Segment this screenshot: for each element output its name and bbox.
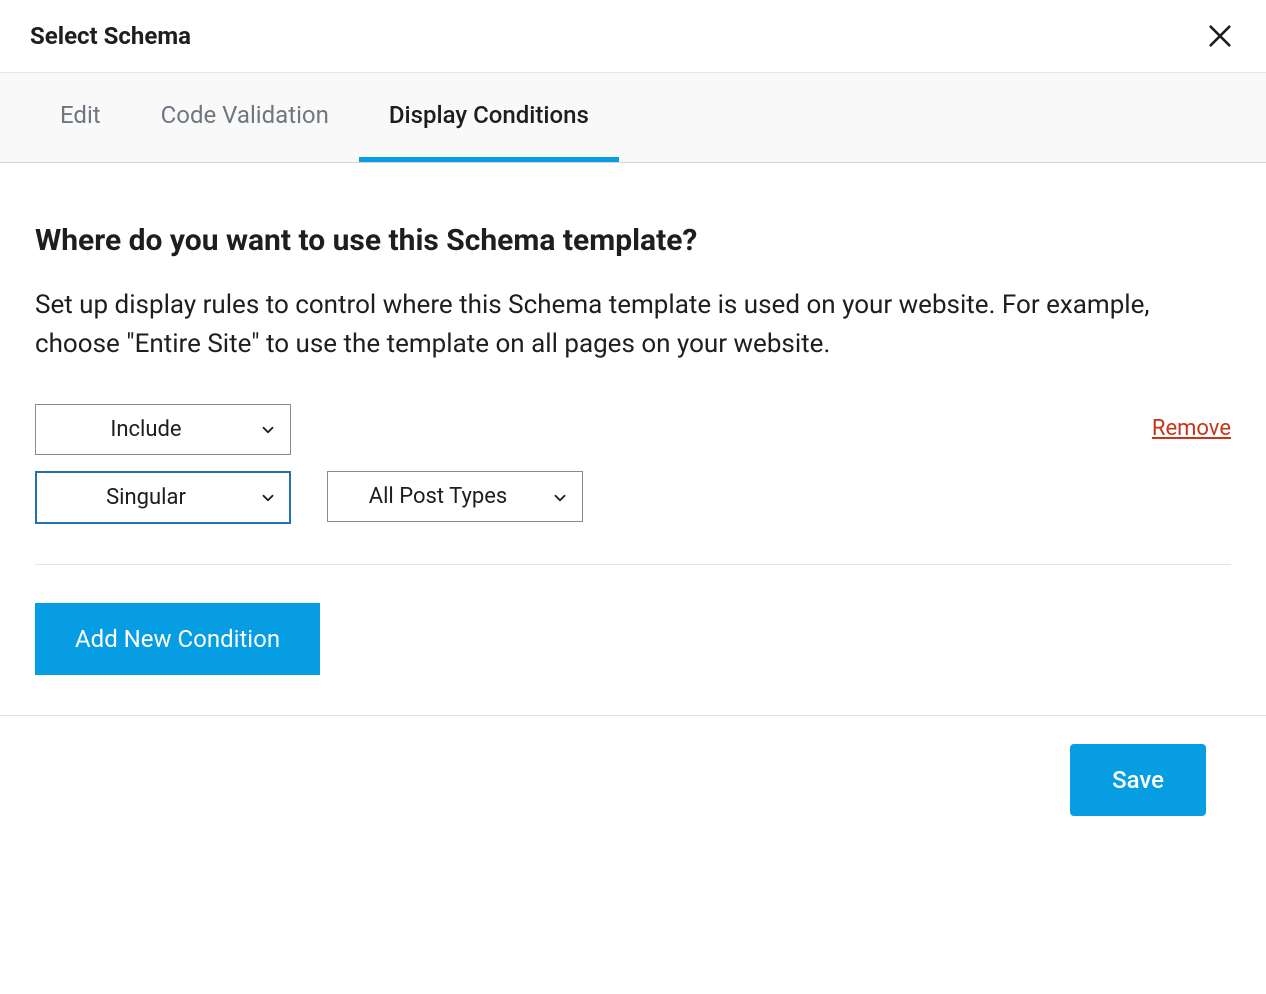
close-button[interactable] <box>1204 20 1236 52</box>
content-description: Set up display rules to control where th… <box>35 286 1231 364</box>
content-area: Where do you want to use this Schema tem… <box>0 163 1266 715</box>
posttype-select[interactable]: All Post Types <box>327 471 583 522</box>
condition-row: Include Singular All Post Types Remove <box>35 404 1231 565</box>
scope-select-wrap: Singular <box>35 471 291 524</box>
add-condition-button[interactable]: Add New Condition <box>35 603 320 675</box>
condition-selects: Include Singular All Post Types <box>35 404 583 524</box>
tab-edit[interactable]: Edit <box>30 73 131 162</box>
remove-link[interactable]: Remove <box>1152 416 1231 441</box>
mode-select[interactable]: Include <box>35 404 291 455</box>
save-button[interactable]: Save <box>1070 744 1206 816</box>
dialog-footer: Save <box>0 715 1266 852</box>
tabs: Edit Code Validation Display Conditions <box>30 73 1236 162</box>
posttype-select-wrap: All Post Types <box>327 471 583 524</box>
scope-select[interactable]: Singular <box>35 471 291 524</box>
tab-code-validation[interactable]: Code Validation <box>131 73 359 162</box>
close-icon <box>1206 22 1234 50</box>
content-heading: Where do you want to use this Schema tem… <box>35 223 1231 258</box>
condition-line-2: Singular All Post Types <box>35 471 583 524</box>
dialog-header: Select Schema <box>0 0 1266 73</box>
condition-line-1: Include <box>35 404 583 455</box>
tabs-bar: Edit Code Validation Display Conditions <box>0 73 1266 163</box>
tab-display-conditions[interactable]: Display Conditions <box>359 73 619 162</box>
dialog-title: Select Schema <box>30 22 191 50</box>
mode-select-wrap: Include <box>35 404 291 455</box>
